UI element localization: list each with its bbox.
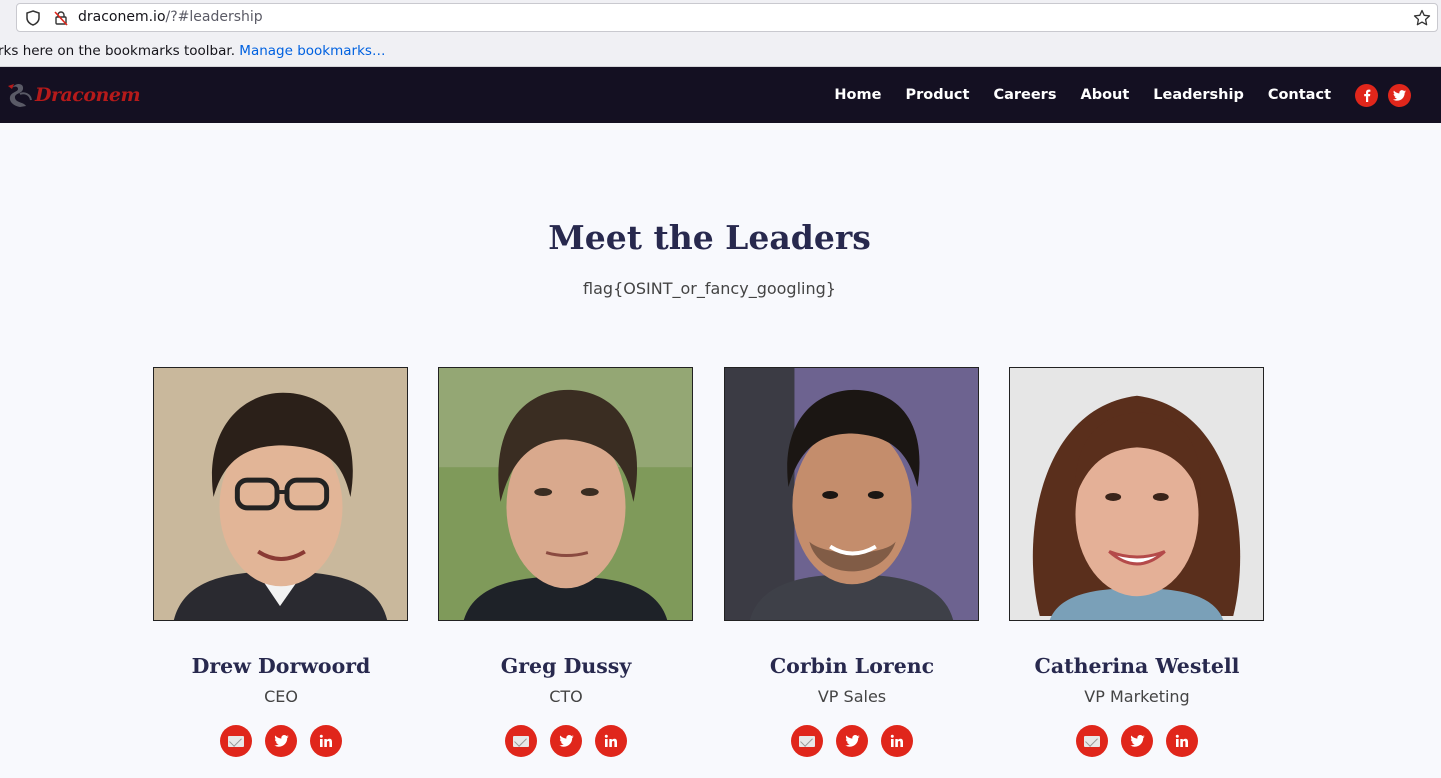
- twitter-glyph: [558, 735, 574, 747]
- envelope-glyph: [228, 735, 244, 747]
- leader-social-links: [724, 725, 980, 757]
- leader-name: Catherina Westell: [1034, 654, 1240, 678]
- bookmarks-toolbar: rks here on the bookmarks toolbar. Manag…: [0, 36, 1441, 67]
- leader-social-links: [153, 725, 409, 757]
- nav-home[interactable]: Home: [834, 87, 881, 103]
- url-host: draconem.io: [78, 9, 166, 25]
- leader-photo: [438, 367, 693, 621]
- nav-leadership[interactable]: Leadership: [1153, 87, 1244, 103]
- twitter-icon[interactable]: [836, 725, 868, 757]
- site-logo[interactable]: Draconem: [6, 79, 141, 111]
- leader-role: VP Marketing: [1084, 687, 1190, 706]
- leader-photo: [724, 367, 979, 621]
- dragon-logo-icon: [8, 83, 32, 107]
- leader-card: Drew Dorwoord CEO: [153, 367, 409, 757]
- logo-wordmark: Draconem: [35, 84, 141, 106]
- flag-subtitle: flag{OSINT_or_fancy_googling}: [583, 279, 836, 298]
- leader-role: VP Sales: [817, 687, 887, 706]
- email-icon[interactable]: [220, 725, 252, 757]
- linkedin-icon[interactable]: [881, 725, 913, 757]
- leader-role: CEO: [264, 687, 298, 706]
- leader-name: Greg Dussy: [500, 654, 632, 678]
- email-icon[interactable]: [505, 725, 537, 757]
- twitter-glyph: [1129, 735, 1145, 747]
- portrait-image: [1010, 368, 1263, 620]
- linkedin-glyph: [890, 734, 903, 747]
- twitter-glyph: [1393, 89, 1406, 101]
- leader-role: CTO: [549, 687, 583, 706]
- leader-photo: [1009, 367, 1264, 621]
- nav-about[interactable]: About: [1080, 87, 1129, 103]
- bookmark-star-icon[interactable]: [1413, 9, 1431, 27]
- linkedin-glyph: [604, 734, 617, 747]
- linkedin-glyph: [1175, 734, 1188, 747]
- portrait-image: [725, 368, 978, 620]
- linkedin-icon[interactable]: [310, 725, 342, 757]
- leader-social-links: [438, 725, 694, 757]
- leader-name: Drew Dorwoord: [191, 654, 371, 678]
- bookmarks-hint-text: rks here on the bookmarks toolbar.: [0, 43, 235, 59]
- nav-product[interactable]: Product: [905, 87, 969, 103]
- envelope-glyph: [1084, 735, 1100, 747]
- tracking-shield-icon[interactable]: [25, 10, 41, 26]
- leader-card: Catherina Westell VP Marketing: [1009, 367, 1265, 757]
- manage-bookmarks-link[interactable]: Manage bookmarks…: [239, 43, 385, 59]
- envelope-glyph: [799, 735, 815, 747]
- nav-careers[interactable]: Careers: [993, 87, 1056, 103]
- linkedin-glyph: [319, 734, 332, 747]
- twitter-icon[interactable]: [1388, 83, 1411, 107]
- address-bar[interactable]: draconem.io/?#leadership: [16, 3, 1438, 32]
- twitter-glyph: [273, 735, 289, 747]
- leader-name: Corbin Lorenc: [769, 654, 935, 678]
- linkedin-icon[interactable]: [595, 725, 627, 757]
- url-path: /?#leadership: [165, 9, 263, 25]
- page-title: Meet the Leaders: [548, 218, 871, 257]
- site-navbar: Draconem Home Product Careers About Lead…: [0, 67, 1441, 123]
- nav-social-links: [1355, 83, 1411, 107]
- browser-toolbar: draconem.io/?#leadership: [0, 0, 1441, 36]
- leader-card: Corbin Lorenc VP Sales: [724, 367, 980, 757]
- email-icon[interactable]: [791, 725, 823, 757]
- leader-social-links: [1009, 725, 1265, 757]
- portrait-image: [439, 368, 692, 620]
- facebook-glyph: [1363, 89, 1370, 102]
- twitter-icon[interactable]: [265, 725, 297, 757]
- leader-card: Greg Dussy CTO: [438, 367, 694, 757]
- facebook-icon[interactable]: [1355, 83, 1378, 107]
- bookmarks-hint: rks here on the bookmarks toolbar. Manag…: [0, 43, 385, 59]
- portrait-image: [154, 368, 407, 620]
- twitter-glyph: [844, 735, 860, 747]
- envelope-glyph: [513, 735, 529, 747]
- nav-menu: Home Product Careers About Leadership Co…: [834, 67, 1441, 123]
- email-icon[interactable]: [1076, 725, 1108, 757]
- linkedin-icon[interactable]: [1166, 725, 1198, 757]
- nav-contact[interactable]: Contact: [1268, 87, 1331, 103]
- url-text[interactable]: draconem.io/?#leadership: [78, 9, 263, 25]
- leader-photo: [153, 367, 408, 621]
- insecure-lock-icon[interactable]: [53, 10, 69, 26]
- twitter-icon[interactable]: [550, 725, 582, 757]
- twitter-icon[interactable]: [1121, 725, 1153, 757]
